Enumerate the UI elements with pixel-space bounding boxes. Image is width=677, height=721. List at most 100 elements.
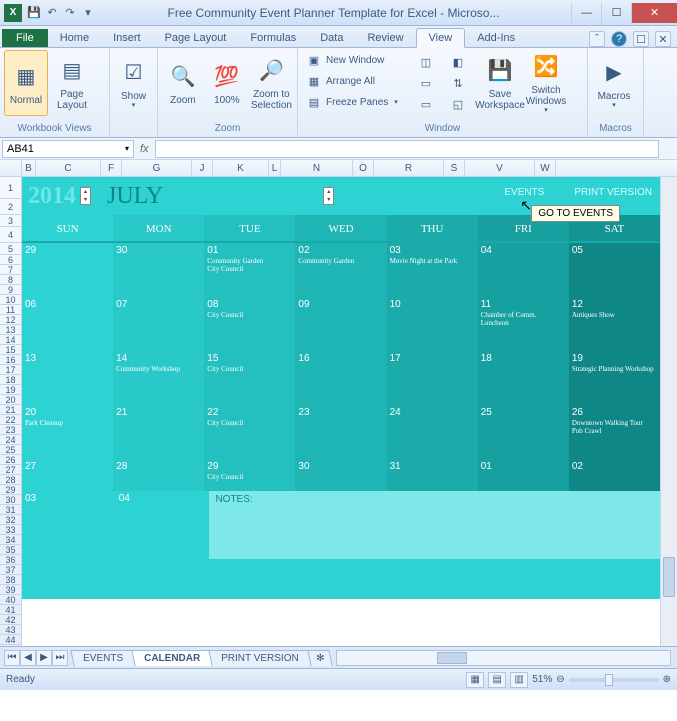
- calendar-cell[interactable]: 30: [295, 459, 386, 491]
- calendar-cell[interactable]: 16: [295, 351, 386, 405]
- next-sheet-icon[interactable]: ▶: [36, 650, 52, 666]
- calendar-cell[interactable]: 13: [22, 351, 113, 405]
- formula-input[interactable]: [155, 140, 659, 158]
- sync-scroll-button[interactable]: ⇅: [446, 73, 476, 93]
- sheet-canvas[interactable]: 2014 ▴▾ JULY ▴▾ EVENTS PRINT VERSION ↖ G…: [22, 177, 660, 646]
- restore-window-icon[interactable]: ☐: [633, 31, 649, 47]
- horizontal-scrollbar[interactable]: [336, 650, 671, 666]
- qat-dropdown-icon[interactable]: ▾: [80, 5, 96, 21]
- arrange-all-button[interactable]: ▦Arrange All: [302, 71, 412, 91]
- row-header[interactable]: 38: [0, 575, 21, 585]
- calendar-cell[interactable]: 29: [22, 243, 113, 297]
- row-header[interactable]: 43: [0, 625, 21, 635]
- calendar-cell[interactable]: 03: [22, 491, 116, 559]
- column-header[interactable]: O: [353, 160, 374, 176]
- new-window-button[interactable]: ▣New Window: [302, 50, 412, 70]
- zoom-level[interactable]: 51%: [532, 674, 552, 685]
- save-workspace-button[interactable]: 💾Save Workspace: [478, 50, 522, 116]
- calendar-cell[interactable]: 24: [387, 405, 478, 459]
- row-header[interactable]: 11: [0, 305, 21, 315]
- row-header[interactable]: 15: [0, 345, 21, 355]
- tab-page-layout[interactable]: Page Layout: [153, 29, 239, 47]
- calendar-cell[interactable]: 17: [387, 351, 478, 405]
- row-header[interactable]: 8: [0, 275, 21, 285]
- select-all-corner[interactable]: [0, 160, 22, 176]
- row-header[interactable]: 23: [0, 425, 21, 435]
- tab-home[interactable]: Home: [48, 29, 101, 47]
- zoom-slider-handle[interactable]: [605, 674, 613, 686]
- minimize-ribbon-icon[interactable]: ˆ: [589, 31, 605, 47]
- show-button[interactable]: ☑Show▾: [114, 50, 153, 116]
- zoom-slider[interactable]: [569, 678, 659, 682]
- notes-area[interactable]: NOTES:: [209, 491, 660, 559]
- hide-button[interactable]: ▭: [414, 73, 444, 93]
- calendar-cell[interactable]: 02Community Garden: [295, 243, 386, 297]
- vertical-scrollbar[interactable]: [660, 177, 677, 646]
- calendar-cell[interactable]: 01: [478, 459, 569, 491]
- split-button[interactable]: ◫: [414, 52, 444, 72]
- row-header[interactable]: 31: [0, 505, 21, 515]
- calendar-cell[interactable]: 04: [116, 491, 210, 559]
- zoom-button[interactable]: 🔍Zoom: [162, 50, 204, 116]
- calendar-cell[interactable]: 25: [478, 405, 569, 459]
- row-header[interactable]: 9: [0, 285, 21, 295]
- row-header[interactable]: 35: [0, 545, 21, 555]
- unhide-button[interactable]: ▭: [414, 94, 444, 114]
- sheet-tab-calendar[interactable]: CALENDAR: [131, 650, 213, 666]
- row-header[interactable]: 5: [0, 243, 21, 255]
- row-header[interactable]: 21: [0, 405, 21, 415]
- row-header[interactable]: 36: [0, 555, 21, 565]
- calendar-cell[interactable]: 12Antiques Show: [569, 297, 660, 351]
- row-header[interactable]: 29: [0, 485, 21, 495]
- row-header[interactable]: 19: [0, 385, 21, 395]
- page-layout-button[interactable]: ▤Page Layout: [50, 50, 94, 116]
- column-header[interactable]: W: [535, 160, 556, 176]
- close-workbook-icon[interactable]: ✕: [655, 31, 671, 47]
- save-icon[interactable]: 💾: [26, 5, 42, 21]
- row-header[interactable]: 17: [0, 365, 21, 375]
- close-button[interactable]: ✕: [631, 3, 677, 23]
- row-header[interactable]: 30: [0, 495, 21, 505]
- sheet-tab-print-version[interactable]: PRINT VERSION: [208, 650, 311, 666]
- zoom-out-button[interactable]: ⊖: [556, 674, 564, 685]
- column-header[interactable]: V: [465, 160, 535, 176]
- redo-icon[interactable]: ↷: [62, 5, 78, 21]
- file-tab[interactable]: File: [2, 29, 48, 47]
- row-header[interactable]: 41: [0, 605, 21, 615]
- column-header[interactable]: R: [374, 160, 444, 176]
- macros-button[interactable]: ▶Macros▾: [592, 50, 636, 116]
- calendar-cell[interactable]: 03Movie Night at the Park: [387, 243, 478, 297]
- row-header[interactable]: 28: [0, 475, 21, 485]
- row-header[interactable]: 27: [0, 465, 21, 475]
- first-sheet-icon[interactable]: ⏮: [4, 650, 20, 666]
- freeze-panes-button[interactable]: ▤Freeze Panes▾: [302, 92, 412, 112]
- calendar-cell[interactable]: 11Chamber of Comm. Luncheon: [478, 297, 569, 351]
- page-layout-view-icon[interactable]: ▤: [488, 672, 506, 688]
- calendar-cell[interactable]: 08City Council: [204, 297, 295, 351]
- calendar-cell[interactable]: 19Strategic Planning Workshop: [569, 351, 660, 405]
- calendar-cell[interactable]: 22City Council: [204, 405, 295, 459]
- calendar-cell[interactable]: 23: [295, 405, 386, 459]
- calendar-cell[interactable]: 15City Council: [204, 351, 295, 405]
- row-header[interactable]: 25: [0, 445, 21, 455]
- tab-view[interactable]: View: [416, 28, 466, 48]
- calendar-cell[interactable]: 07: [113, 297, 204, 351]
- scrollbar-thumb[interactable]: [437, 652, 467, 664]
- calendar-cell[interactable]: 20Park Cleanup: [22, 405, 113, 459]
- calendar-cell[interactable]: 28: [113, 459, 204, 491]
- row-header[interactable]: 39: [0, 585, 21, 595]
- row-header[interactable]: 44: [0, 635, 21, 645]
- row-header[interactable]: 32: [0, 515, 21, 525]
- tab-data[interactable]: Data: [308, 29, 355, 47]
- calendar-cell[interactable]: 09: [295, 297, 386, 351]
- row-header[interactable]: 10: [0, 295, 21, 305]
- normal-view-icon[interactable]: ▦: [466, 672, 484, 688]
- calendar-cell[interactable]: 06: [22, 297, 113, 351]
- year-spinner[interactable]: ▴▾: [80, 187, 91, 205]
- chevron-down-icon[interactable]: ▾: [125, 144, 129, 153]
- calendar-cell[interactable]: 05: [569, 243, 660, 297]
- row-header[interactable]: 18: [0, 375, 21, 385]
- row-header[interactable]: 37: [0, 565, 21, 575]
- row-header[interactable]: 4: [0, 227, 21, 243]
- column-header[interactable]: K: [213, 160, 269, 176]
